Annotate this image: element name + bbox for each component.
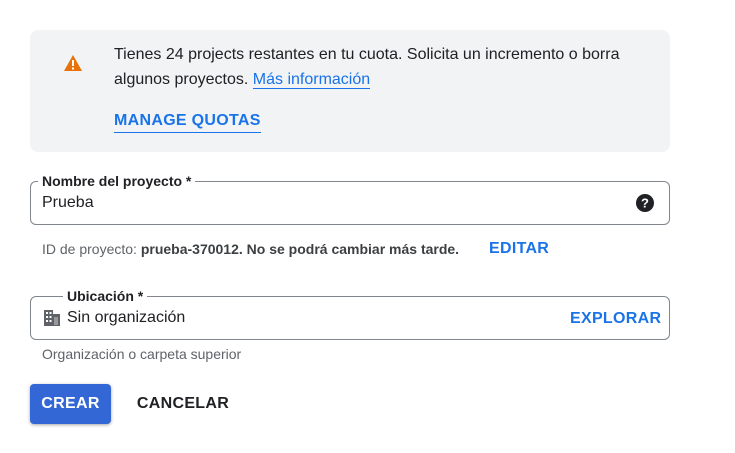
warning-icon: [64, 55, 82, 71]
project-id-hint: ID de proyecto: prueba-370012. No se pod…: [42, 239, 459, 259]
quota-warning-banner: Tienes 24 projects restantes en tu cuota…: [30, 30, 670, 152]
project-name-value[interactable]: Prueba: [42, 193, 94, 213]
project-name-label: Nombre del proyecto *: [38, 171, 196, 191]
manage-quotas-link[interactable]: MANAGE QUOTAS: [114, 110, 261, 133]
edit-project-id-button[interactable]: EDITAR: [489, 239, 549, 259]
project-id-prefix: ID de proyecto:: [42, 241, 137, 257]
location-label: Ubicación *: [63, 286, 148, 306]
cancel-button[interactable]: CANCELAR: [132, 384, 234, 424]
location-value: Sin organización: [67, 309, 186, 326]
create-button[interactable]: CREAR: [30, 384, 111, 424]
organization-icon: [44, 310, 60, 326]
location-hint: Organización o carpeta superior: [42, 346, 242, 362]
project-id-value: prueba-370012. No se podrá cambiar más t…: [140, 241, 460, 257]
help-icon[interactable]: ?: [635, 193, 655, 213]
project-name-field[interactable]: Nombre del proyecto * Prueba ?: [30, 171, 670, 225]
browse-location-button[interactable]: EXPLORAR: [570, 309, 661, 329]
svg-text:?: ?: [641, 196, 649, 211]
location-field[interactable]: Ubicación * Sin organización EXPLORAR: [30, 286, 670, 340]
quota-message: Tienes 24 projects restantes en tu cuota…: [114, 42, 654, 92]
more-info-link[interactable]: Más información: [252, 71, 371, 89]
